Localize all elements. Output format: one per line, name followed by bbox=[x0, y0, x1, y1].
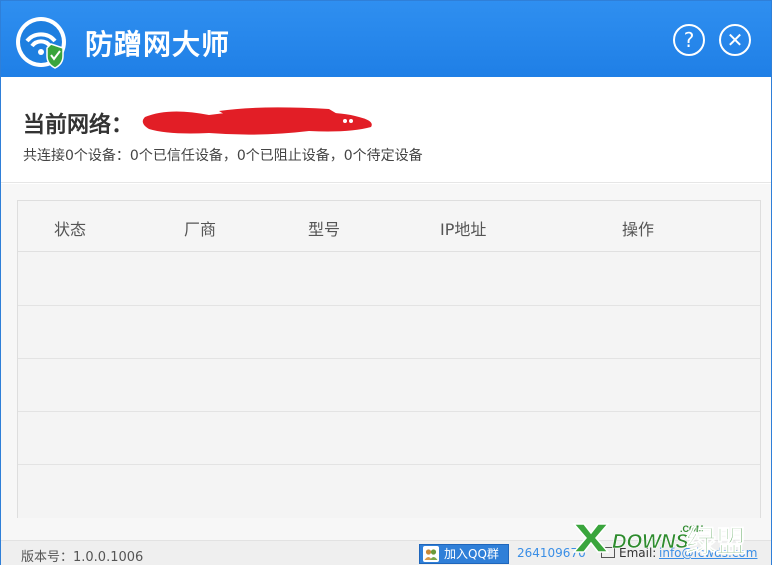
column-header-action: 操作 bbox=[622, 220, 655, 239]
app-title: 防蹭网大师 bbox=[85, 28, 231, 61]
device-table: 状态 厂商 型号 IP地址 操作 bbox=[17, 200, 761, 518]
help-button[interactable]: ? bbox=[673, 24, 705, 56]
svg-text:DOWNS: DOWNS bbox=[612, 531, 689, 553]
downs-watermark-logo: DOWNS .COM 绿盟 bbox=[572, 523, 746, 560]
column-header-ip: IP地址 bbox=[440, 220, 487, 239]
column-header-model: 型号 bbox=[308, 220, 341, 239]
app-window: 防蹭网大师 ? ✕ 当前网络： 共连接0个设备：0个已信任设备，0个已阻止设备，… bbox=[0, 0, 772, 565]
table-row bbox=[18, 253, 760, 306]
table-row bbox=[18, 412, 760, 465]
title-bar[interactable]: 防蹭网大师 ? ✕ bbox=[1, 1, 771, 77]
table-header: 状态 厂商 型号 IP地址 操作 bbox=[18, 201, 760, 252]
table-row bbox=[18, 306, 760, 359]
table-row bbox=[18, 465, 760, 518]
svg-text:绿盟: 绿盟 bbox=[686, 525, 746, 560]
current-network-label: 当前网络： bbox=[23, 113, 134, 138]
join-qq-group-button[interactable]: 加入QQ群 bbox=[419, 544, 509, 564]
device-summary: 共连接0个设备：0个已信任设备，0个已阻止设备，0个待定设备 bbox=[23, 148, 423, 164]
qq-group-label: 加入QQ群 bbox=[444, 547, 499, 561]
wifi-shield-logo-icon bbox=[16, 17, 66, 69]
redacted-network-name bbox=[142, 107, 372, 135]
column-header-vendor: 厂商 bbox=[184, 220, 217, 239]
version-label: 版本号：1.0.0.1006 bbox=[21, 550, 144, 565]
column-header-status: 状态 bbox=[54, 220, 87, 239]
network-info-panel: 当前网络： 共连接0个设备：0个已信任设备，0个已阻止设备，0个待定设备 bbox=[1, 77, 771, 183]
content-area: 状态 厂商 型号 IP地址 操作 bbox=[1, 184, 771, 540]
people-icon bbox=[423, 546, 439, 562]
table-row bbox=[18, 359, 760, 412]
close-button[interactable]: ✕ bbox=[719, 24, 751, 56]
